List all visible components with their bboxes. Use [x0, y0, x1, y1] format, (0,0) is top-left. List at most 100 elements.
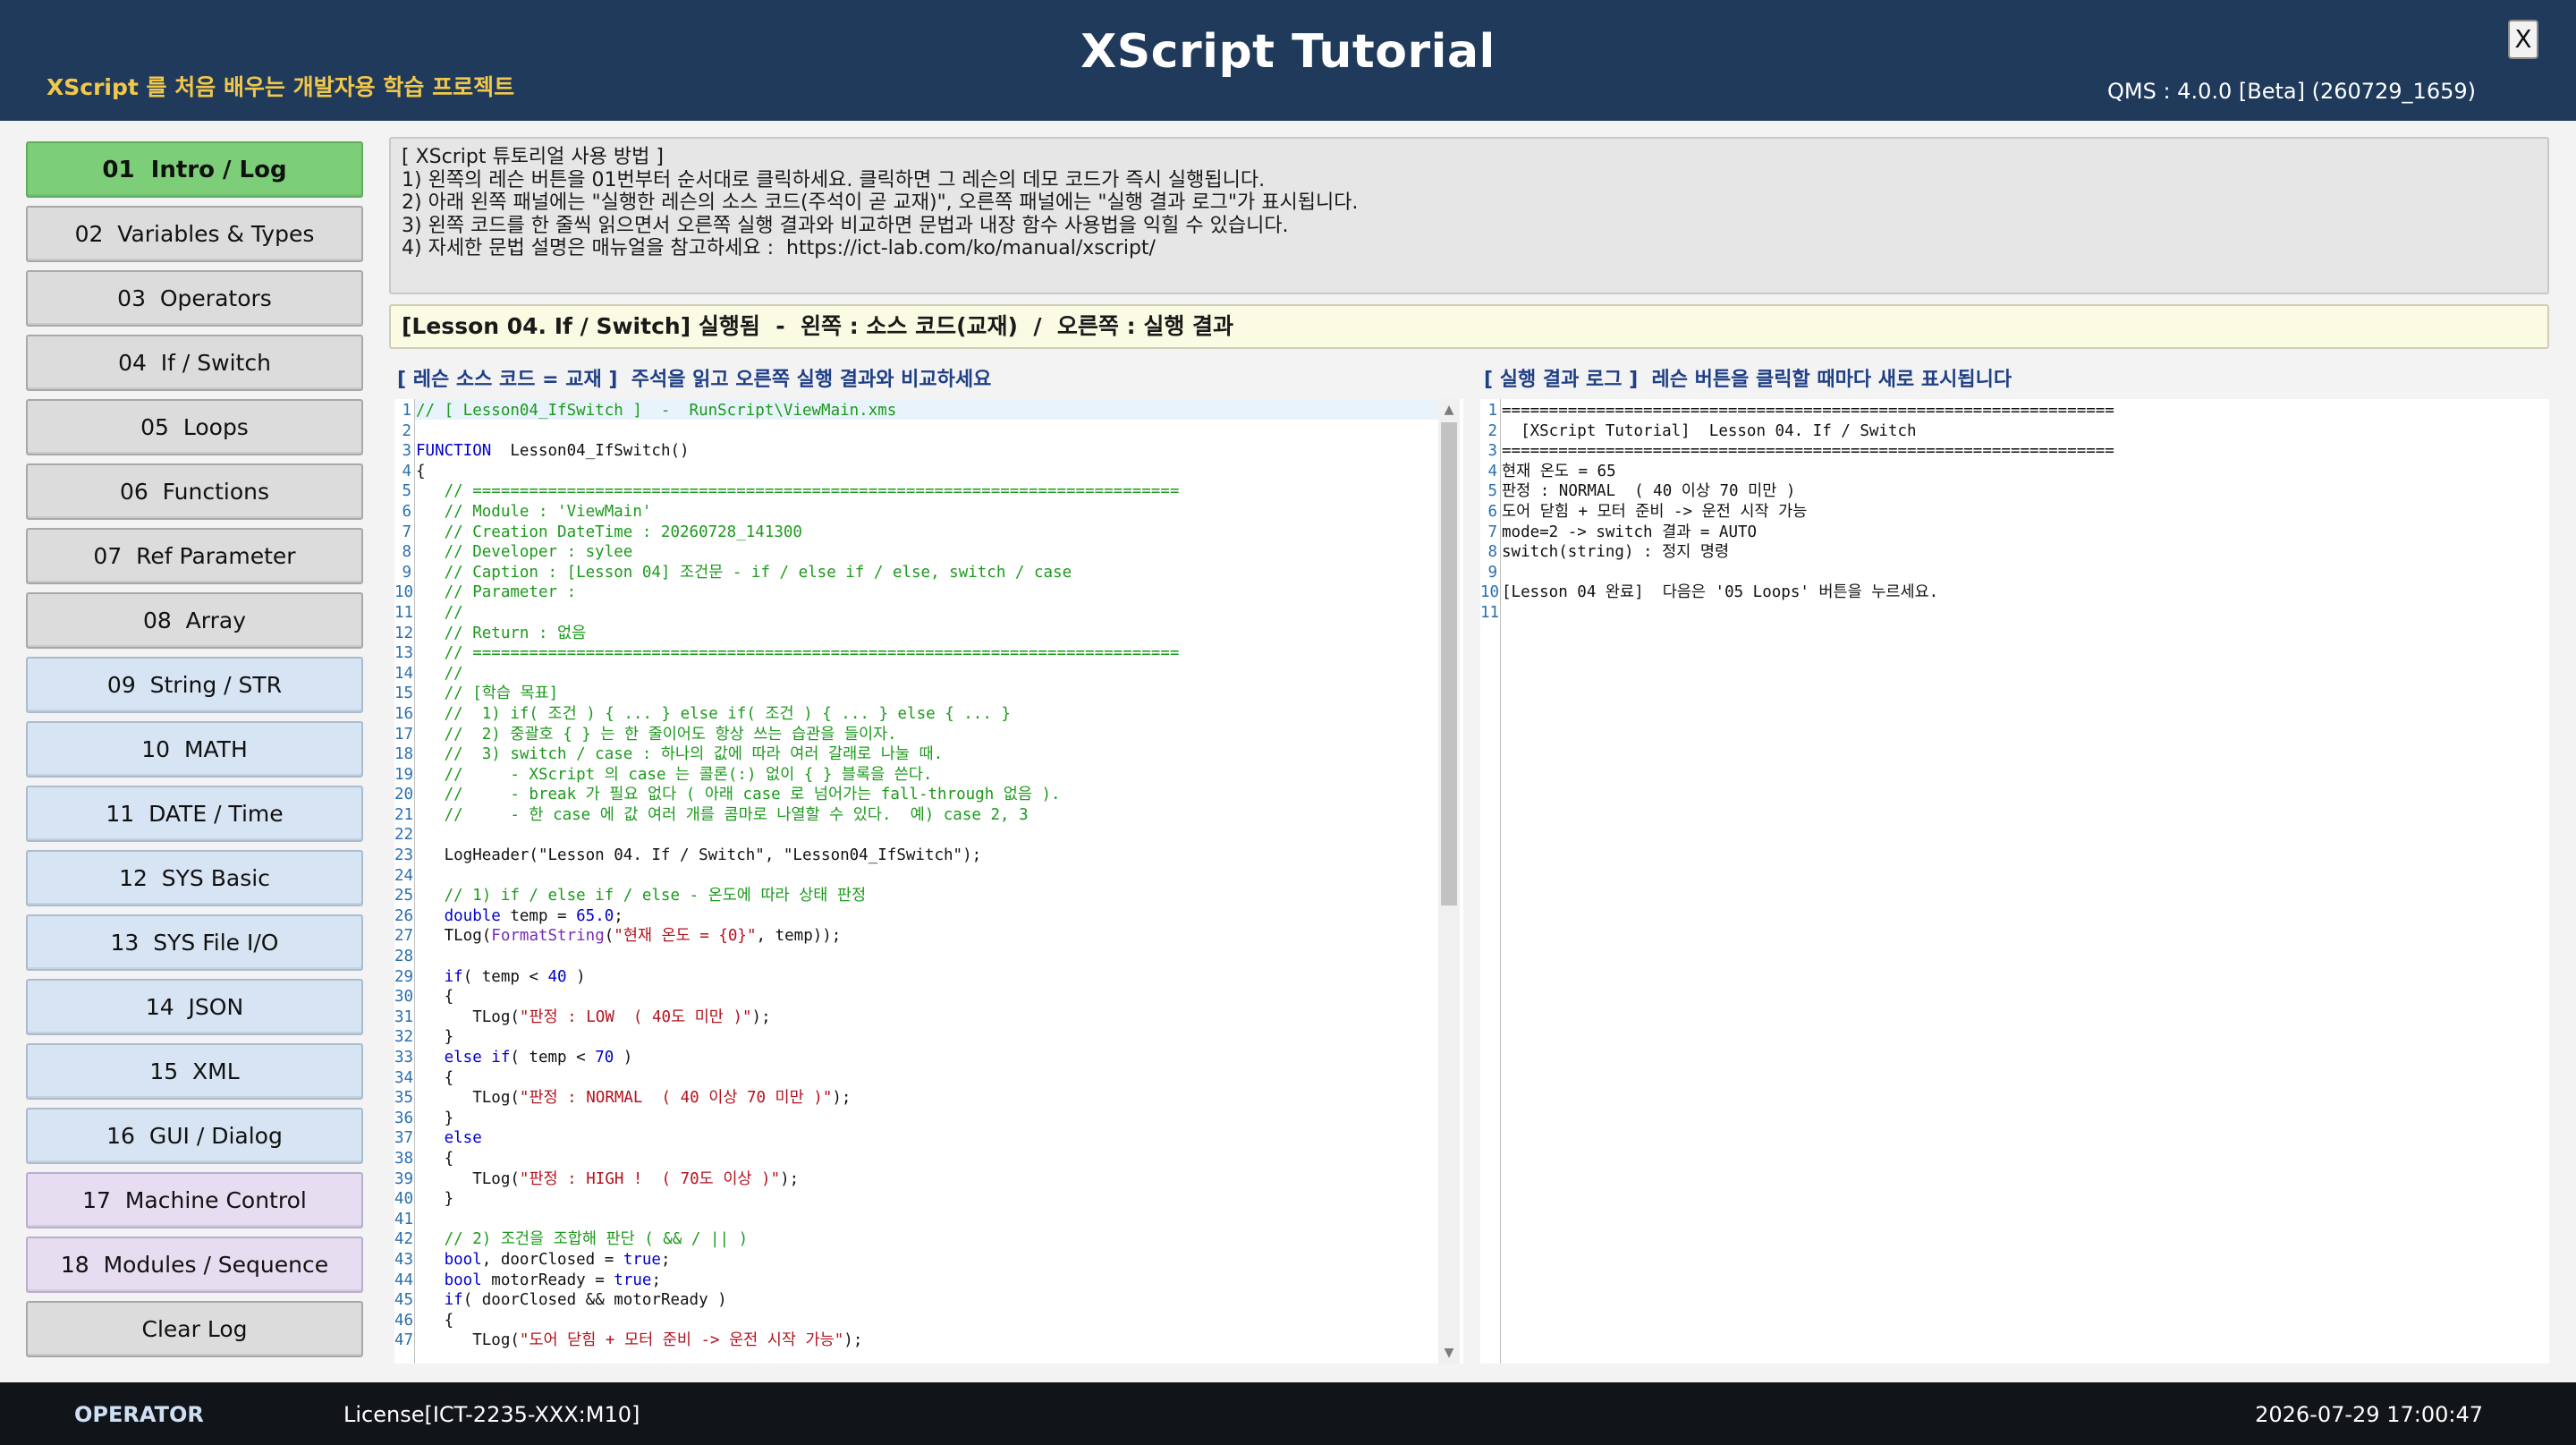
code-line: }	[416, 1109, 454, 1127]
log-line: [Lesson 04 완료] 다음은 '05 Loops' 버튼을 누르세요.	[1502, 583, 1939, 602]
line-number: 31	[394, 1007, 414, 1026]
lesson-button-02[interactable]: 02 Variables & Types	[26, 206, 363, 262]
line-number: 35	[394, 1089, 414, 1108]
line-number: 30	[394, 988, 414, 1007]
line-number: 2	[1487, 421, 1497, 440]
lesson-button-09[interactable]: 09 String / STR	[26, 657, 363, 713]
line-number: 1	[1487, 402, 1497, 420]
line-number: 11	[1480, 603, 1500, 622]
lesson-button-07[interactable]: 07 Ref Parameter	[26, 528, 363, 584]
clear-log-button[interactable]: Clear Log	[26, 1301, 363, 1357]
log-panel-header: [ 실행 결과 로그 ] 레슨 버튼을 클릭할 때마다 새로 표시됩니다	[1484, 369, 2012, 391]
lesson-button-14[interactable]: 14 JSON	[26, 979, 363, 1035]
lesson-button-04[interactable]: 04 If / Switch	[26, 335, 363, 391]
line-number: 14	[394, 664, 414, 683]
line-number: 42	[394, 1230, 414, 1249]
lesson-button-01[interactable]: 01 Intro / Log	[26, 141, 363, 198]
code-line: // =====================================…	[416, 644, 1180, 663]
code-line: // 1) if( 조건 ) { ... } else if( 조건 ) { .…	[416, 704, 1011, 723]
code-gutter-divider	[414, 399, 415, 1364]
log-line: [XScript Tutorial] Lesson 04. If / Switc…	[1502, 421, 1917, 440]
lesson-button-10[interactable]: 10 MATH	[26, 721, 363, 778]
code-line: // 2) 조건을 조합해 판단 ( && / || )	[416, 1230, 749, 1249]
line-number: 46	[394, 1311, 414, 1330]
code-text[interactable]: // [ Lesson04_IfSwitch ] - RunScript\Vie…	[416, 401, 1179, 1351]
code-line: TLog("판정 : NORMAL ( 40 이상 70 미만 )");	[416, 1089, 852, 1108]
code-line: if( doorClosed && motorReady )	[416, 1291, 727, 1310]
line-number: 4	[1487, 462, 1497, 480]
code-line: else	[416, 1129, 482, 1148]
line-number: 37	[394, 1129, 414, 1148]
scroll-down-icon[interactable]: ▼	[1438, 1342, 1460, 1364]
code-line: // Caption : [Lesson 04] 조건문 - if / else…	[416, 563, 1072, 582]
code-line: // Creation DateTime : 20260728_141300	[416, 523, 802, 541]
instructions-step: 2) 아래 왼쪽 패널에는 "실행한 레슨의 소스 코드(주석이 곧 교재)",…	[402, 191, 1359, 214]
result-log-panel[interactable]: 1 2 3 4 5 6 7 8 9 10 11 ==========================…	[1480, 399, 2549, 1364]
line-number: 3	[1487, 442, 1497, 461]
lesson-button-03[interactable]: 03 Operators	[26, 270, 363, 327]
app-header: XScript 를 처음 배우는 개발자용 학습 프로젝트 XScript Tu…	[0, 0, 2576, 121]
line-number: 9	[1487, 563, 1497, 582]
scroll-up-icon[interactable]: ▲	[1438, 399, 1460, 421]
log-line: ========================================…	[1502, 402, 2114, 420]
status-bar: OPERATOR License[ICT-2235-XXX:M10] 2026-…	[0, 1382, 2576, 1445]
line-number: 36	[394, 1109, 414, 1127]
code-line: TLog("도어 닫힘 + 모터 준비 -> 운전 시작 가능");	[416, 1331, 863, 1350]
line-number: 11	[394, 603, 414, 622]
line-number: 44	[394, 1271, 414, 1289]
code-line: {	[416, 1149, 454, 1168]
line-number: 13	[394, 644, 414, 663]
code-line: // Parameter :	[416, 583, 577, 602]
code-line: TLog(FormatString("현재 온도 = {0}", temp));	[416, 927, 842, 946]
instructions-step: 3) 왼쪽 코드를 한 줄씩 읽으면서 오른쪽 실행 결과와 비교하면 문법과 …	[402, 214, 1289, 237]
close-button[interactable]: X	[2508, 20, 2538, 59]
lesson-button-12[interactable]: 12 SYS Basic	[26, 850, 363, 906]
code-line: // Return : 없음	[416, 624, 587, 642]
instructions-box: [ XScript 튜토리얼 사용 방법 ] 1) 왼쪽의 레슨 버튼을 01번…	[389, 137, 2549, 294]
log-text[interactable]: ========================================…	[1502, 401, 2114, 624]
lesson-button-18[interactable]: 18 Modules / Sequence	[26, 1237, 363, 1293]
code-line: bool motorReady = true;	[416, 1271, 661, 1289]
line-number: 19	[394, 765, 414, 784]
code-line: FUNCTION Lesson04_IfSwitch()	[416, 442, 690, 461]
line-number: 9	[402, 563, 411, 582]
lesson-button-11[interactable]: 11 DATE / Time	[26, 786, 363, 842]
line-number: 25	[394, 887, 414, 905]
lesson-button-15[interactable]: 15 XML	[26, 1043, 363, 1100]
line-number: 40	[394, 1190, 414, 1209]
lesson-button-08[interactable]: 08 Array	[26, 592, 363, 649]
code-scrollbar[interactable]: ▲ ▼	[1438, 399, 1460, 1364]
line-number: 41	[394, 1210, 414, 1228]
log-line: switch(string) : 정지 명령	[1502, 543, 1730, 562]
lesson-button-16[interactable]: 16 GUI / Dialog	[26, 1108, 363, 1164]
line-number: 3	[402, 442, 411, 461]
line-number: 43	[394, 1250, 414, 1269]
lesson-button-17[interactable]: 17 Machine Control	[26, 1172, 363, 1228]
lesson-button-06[interactable]: 06 Functions	[26, 463, 363, 520]
code-line: {	[416, 1068, 454, 1087]
code-line: // =====================================…	[416, 482, 1180, 501]
code-line: LogHeader("Lesson 04. If / Switch", "Les…	[416, 846, 982, 865]
source-code-panel[interactable]: 1 2 3 4 5 6 7 8 9 10 11 12 13 14 15 16 17 18 19 20 21 22 23 24 2…	[394, 399, 1463, 1364]
line-number: 47	[394, 1331, 414, 1350]
lesson-status-banner: [Lesson 04. If / Switch] 실행됨 - 왼쪽 : 소스 코…	[389, 304, 2549, 349]
app-title: XScript Tutorial	[1080, 25, 1496, 79]
scroll-thumb[interactable]	[1441, 422, 1457, 905]
line-number: 10	[394, 583, 414, 602]
lesson-button-13[interactable]: 13 SYS File I/O	[26, 914, 363, 971]
instructions-step: 4) 자세한 문법 설명은 매뉴얼을 참고하세요 : https://ict-l…	[402, 237, 1156, 259]
lesson-button-05[interactable]: 05 Loops	[26, 399, 363, 455]
code-line: //	[416, 603, 463, 622]
line-number: 2	[402, 421, 411, 440]
line-number: 8	[402, 543, 411, 562]
line-number: 12	[394, 624, 414, 642]
code-line: // Module : 'ViewMain'	[416, 502, 652, 521]
line-number: 23	[394, 846, 414, 865]
license-label: License[ICT-2235-XXX:M10]	[343, 1402, 640, 1427]
line-number: 29	[394, 967, 414, 986]
